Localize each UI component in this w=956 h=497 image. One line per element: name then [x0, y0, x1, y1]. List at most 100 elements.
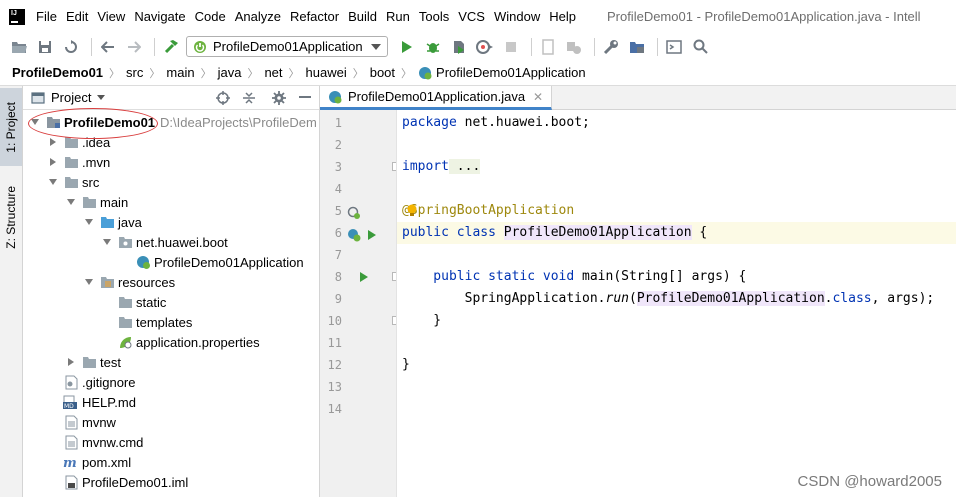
tool-tab-structure[interactable]: Z: Structure	[0, 174, 22, 260]
tree-item-src[interactable]: src	[23, 172, 319, 192]
expand-arrow-down-icon[interactable]	[29, 116, 41, 128]
tree-item-mvnw-cmd[interactable]: mvnw.cmd	[23, 432, 319, 452]
hide-panel-icon[interactable]	[295, 88, 315, 108]
tree-item-label: mvnw.cmd	[82, 434, 144, 450]
back-arrow-icon[interactable]	[97, 36, 119, 58]
run-icon[interactable]	[396, 36, 418, 58]
spring-class-icon	[135, 254, 151, 270]
gear-icon[interactable]	[269, 88, 289, 108]
menu-file[interactable]: File	[36, 9, 57, 24]
toolbar-separator	[91, 37, 92, 56]
tree-item-mvnw[interactable]: mvnw	[23, 412, 319, 432]
module-icon	[45, 114, 61, 130]
run-gutter-icon[interactable]	[365, 228, 379, 242]
expand-arrow-down-icon[interactable]	[101, 236, 113, 248]
menu-navigate[interactable]: Navigate	[134, 9, 185, 24]
tool-tab-project[interactable]: 1: Project	[0, 88, 22, 166]
breadcrumb-src[interactable]: src	[126, 65, 143, 80]
open-folder-icon[interactable]	[8, 36, 30, 58]
tree-item-profiledemo01application[interactable]: ProfileDemo01Application	[23, 252, 319, 272]
tree-item-pom-xml[interactable]: m pom.xml	[23, 452, 319, 472]
chevron-down-icon[interactable]	[97, 95, 106, 100]
menu-view[interactable]: View	[97, 9, 125, 24]
breadcrumb-java[interactable]: java	[218, 65, 242, 80]
tree-item-idea[interactable]: .idea	[23, 132, 319, 152]
forward-arrow-icon[interactable]	[123, 36, 145, 58]
project-structure-icon[interactable]	[626, 36, 648, 58]
expand-arrow-right-icon[interactable]	[65, 356, 77, 368]
tree-item-help-md[interactable]: MD HELP.md	[23, 392, 319, 412]
menu-analyze[interactable]: Analyze	[235, 9, 281, 24]
tree-item-gitignore[interactable]: .gitignore	[23, 372, 319, 392]
breadcrumb-separator: 〉	[109, 67, 121, 80]
run-gutter-icon[interactable]	[357, 270, 371, 284]
window-title: ProfileDemo01 - ProfileDemo01Application…	[606, 9, 921, 24]
sync-icon[interactable]	[60, 36, 82, 58]
menu-help[interactable]: Help	[549, 9, 576, 24]
tree-item-label: static	[136, 294, 167, 310]
svg-text:m: m	[63, 456, 77, 469]
tab-profiledemo01application[interactable]: ProfileDemo01Application.java ✕	[320, 86, 553, 110]
rerun-icon[interactable]	[537, 36, 559, 58]
save-icon[interactable]	[34, 36, 56, 58]
code-editor[interactable]: package net.huawei.boot; import ... @ Spr…	[396, 110, 956, 497]
terminal-icon[interactable]	[663, 36, 685, 58]
locate-target-icon[interactable]	[213, 88, 233, 108]
collapse-all-icon[interactable]	[239, 88, 259, 108]
breadcrumb-class[interactable]: ProfileDemo01Application	[436, 65, 586, 80]
menu-vcs[interactable]: VCS	[458, 9, 485, 24]
menu-refactor[interactable]: Refactor	[290, 9, 339, 24]
breadcrumb-net[interactable]: net	[264, 65, 282, 80]
menu-edit[interactable]: Edit	[66, 9, 88, 24]
expand-arrow-right-icon[interactable]	[47, 136, 59, 148]
folded-imports[interactable]: ...	[448, 159, 481, 174]
expand-arrow-right-icon[interactable]	[47, 156, 59, 168]
breadcrumb-main[interactable]: main	[166, 65, 194, 80]
build-hammer-icon[interactable]	[160, 36, 182, 58]
tree-item-net-huawei-boot[interactable]: net.huawei.boot	[23, 232, 319, 252]
code-text: {	[691, 225, 708, 240]
menu-build[interactable]: Build	[348, 9, 377, 24]
spring-class-icon[interactable]	[347, 228, 361, 242]
tree-item-java[interactable]: java	[23, 212, 319, 232]
expand-arrow-down-icon[interactable]	[83, 216, 95, 228]
menu-window[interactable]: Window	[494, 9, 540, 24]
menu-run[interactable]: Run	[386, 9, 410, 24]
debug-icon[interactable]	[422, 36, 444, 58]
coverage-icon[interactable]	[448, 36, 470, 58]
expand-arrow-down-icon[interactable]	[83, 276, 95, 288]
expand-arrow-down-icon[interactable]	[65, 196, 77, 208]
toolbar-separator	[531, 37, 532, 56]
tree-item-label: application.properties	[136, 334, 260, 350]
tree-item-resources[interactable]: resources	[23, 272, 319, 292]
settings-wrench-icon[interactable]	[600, 36, 622, 58]
expand-arrow-down-icon[interactable]	[47, 176, 59, 188]
spring-beans-icon[interactable]	[347, 206, 361, 220]
tree-item-static[interactable]: static	[23, 292, 319, 312]
search-icon[interactable]	[689, 36, 711, 58]
project-panel: Project ProfileDemo01 D:\IdeaProjects\Pro…	[23, 86, 320, 497]
stop-icon[interactable]	[500, 36, 522, 58]
tree-item-main[interactable]: main	[23, 192, 319, 212]
menu-tools[interactable]: Tools	[419, 9, 449, 24]
tree-item-label: ProfileDemo01Application	[154, 254, 304, 270]
tree-item-label: templates	[136, 314, 193, 330]
breadcrumb-huawei[interactable]: huawei	[306, 65, 347, 80]
tree-item-profiledemo01[interactable]: ProfileDemo01 D:\IdeaProjects\ProfileDem	[23, 112, 319, 132]
tree-item-label: main	[100, 194, 129, 210]
tree-item-profiledemo01-iml[interactable]: ProfileDemo01.iml	[23, 472, 319, 492]
tree-item-application-properties[interactable]: application.properties	[23, 332, 319, 352]
line-number: 13	[327, 380, 342, 394]
menu-code[interactable]: Code	[195, 9, 226, 24]
tree-item-templates[interactable]: templates	[23, 312, 319, 332]
tree-item-mvn[interactable]: .mvn	[23, 152, 319, 172]
tasks-icon[interactable]	[563, 36, 585, 58]
breadcrumb-boot[interactable]: boot	[370, 65, 395, 80]
profile-icon[interactable]	[474, 36, 496, 58]
close-icon[interactable]: ✕	[533, 90, 543, 104]
run-configuration-select[interactable]: ProfileDemo01Application	[186, 36, 388, 57]
line-number: 4	[334, 182, 342, 196]
tree-item-test[interactable]: test	[23, 352, 319, 372]
code-line-10: SpringApplication.run(ProfileDemo01Appli…	[402, 288, 934, 310]
breadcrumb-project[interactable]: ProfileDemo01	[12, 65, 103, 80]
